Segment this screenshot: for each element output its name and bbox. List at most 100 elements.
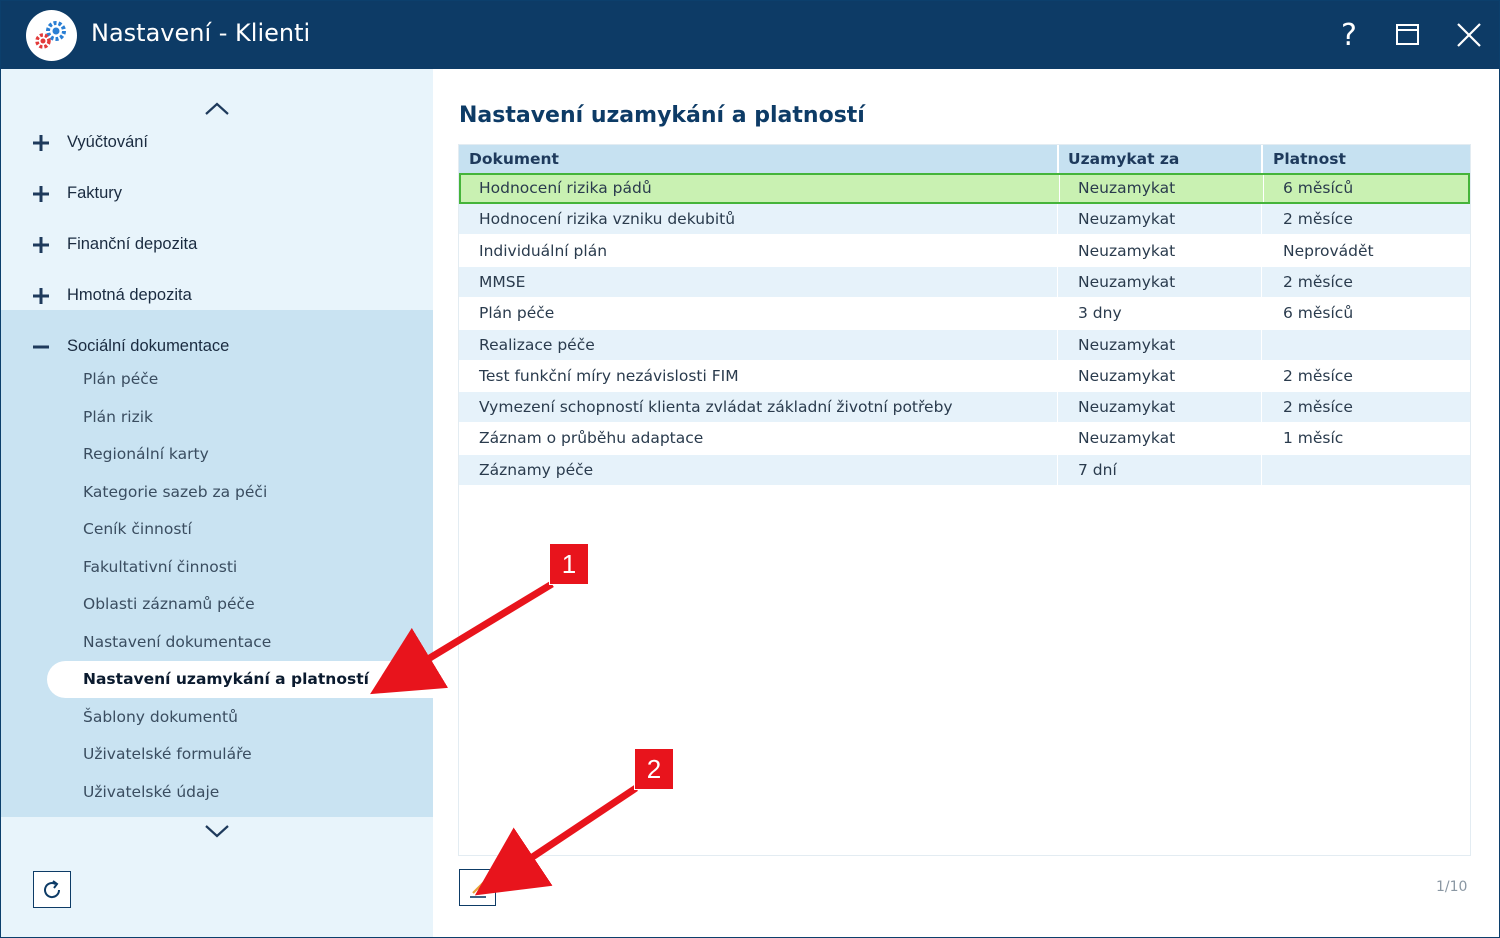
sidebar-subitem-active[interactable]: Nastavení uzamykání a platností	[83, 670, 369, 688]
expand-icon[interactable]	[30, 234, 52, 256]
cell-uzamykat: Neuzamykat	[1078, 367, 1176, 385]
app-gears-icon	[26, 10, 77, 61]
pager-count: 1/10	[1436, 879, 1468, 895]
collapse-icon[interactable]	[30, 336, 52, 358]
table-row[interactable]: Záznamy péče 7 dní	[459, 455, 1470, 486]
cell-platnost: 6 měsíců	[1283, 179, 1354, 197]
documents-table: Dokument Uzamykat za Platnost Hodnocení …	[458, 144, 1471, 856]
refresh-icon	[44, 879, 61, 898]
cell-dokument: Individuální plán	[479, 242, 608, 260]
column-separator	[1263, 175, 1264, 202]
sidebar-item-3[interactable]: Finanční depozita	[1, 225, 433, 269]
column-header-platnost[interactable]: Platnost	[1273, 150, 1346, 168]
pencil-icon	[469, 879, 486, 898]
maximize-icon	[1396, 24, 1419, 45]
main-panel: Nastavení uzamykání a platností Dokument…	[433, 69, 1499, 937]
cell-dokument: Vymezení schopností klienta zvládat zákl…	[479, 398, 953, 416]
sidebar-item-2[interactable]: Faktury	[1, 174, 433, 218]
table-row[interactable]: MMSE Neuzamykat 2 měsíce	[459, 267, 1470, 298]
annotation-callout-2: 2	[634, 748, 674, 790]
table-row[interactable]: Individuální plán Neuzamykat Neprovádět	[459, 236, 1470, 267]
cell-uzamykat: Neuzamykat	[1078, 398, 1176, 416]
column-separator	[1057, 423, 1058, 453]
close-icon	[1457, 23, 1481, 47]
cell-uzamykat: Neuzamykat	[1078, 210, 1176, 228]
column-separator	[1261, 204, 1262, 234]
cell-uzamykat: Neuzamykat	[1078, 336, 1176, 354]
scroll-down-icon[interactable]	[201, 821, 233, 841]
sidebar-item-label: Sociální dokumentace	[67, 337, 230, 355]
column-header-dokument[interactable]: Dokument	[469, 150, 559, 168]
table-header: Dokument Uzamykat za Platnost	[459, 145, 1470, 173]
sidebar-subitem[interactable]: Šablony dokumentů	[83, 708, 238, 726]
cell-uzamykat: Neuzamykat	[1078, 179, 1176, 197]
column-separator	[1057, 392, 1058, 422]
sidebar-subitem[interactable]: Kategorie sazeb za péči	[83, 483, 267, 501]
cell-platnost: 2 měsíce	[1283, 367, 1353, 385]
cell-platnost: Neprovádět	[1283, 242, 1374, 260]
expand-icon[interactable]	[30, 132, 52, 154]
cell-dokument: Plán péče	[479, 304, 555, 322]
close-button[interactable]	[1449, 15, 1489, 55]
column-separator	[1057, 455, 1058, 485]
cell-dokument: Hodnocení rizika vzniku dekubitů	[479, 210, 736, 228]
cell-platnost: 6 měsíců	[1283, 304, 1354, 322]
sidebar-item-label: Hmotná depozita	[67, 286, 192, 304]
refresh-button[interactable]	[33, 871, 71, 908]
sidebar-subitem[interactable]: Uživatelské údaje	[83, 783, 219, 801]
cell-uzamykat: Neuzamykat	[1078, 242, 1176, 260]
sidebar-item-label: Vyúčtování	[67, 133, 149, 151]
cell-dokument: Realizace péče	[479, 336, 595, 354]
column-separator	[1057, 267, 1058, 297]
sidebar-subitem[interactable]: Fakultativní činnosti	[83, 558, 237, 576]
column-separator	[1261, 330, 1262, 360]
settings-window: Nastavení - Klienti ? Vyúčtování Faktury F…	[0, 0, 1500, 938]
column-header-uzamykat[interactable]: Uzamykat za	[1068, 150, 1179, 168]
column-separator	[1261, 145, 1263, 173]
sidebar-item-5[interactable]: Sociální dokumentace	[1, 327, 433, 371]
column-separator	[1261, 423, 1262, 453]
annotation-callout-1: 1	[549, 543, 589, 585]
page-title: Nastavení uzamykání a platností	[459, 103, 865, 128]
edit-button[interactable]	[459, 869, 496, 906]
sidebar-item-4[interactable]: Hmotná depozita	[1, 276, 433, 320]
help-button[interactable]: ?	[1329, 15, 1369, 55]
column-separator	[1261, 392, 1262, 422]
table-row[interactable]: Realizace péče Neuzamykat	[459, 330, 1470, 361]
table-row[interactable]: Plán péče 3 dny 6 měsíců	[459, 298, 1470, 329]
scroll-up-icon[interactable]	[201, 99, 233, 119]
cell-platnost: 2 měsíce	[1283, 273, 1353, 291]
sidebar-subitem[interactable]: Plán péče	[83, 370, 158, 388]
expand-icon[interactable]	[30, 285, 52, 307]
table-row[interactable]: Vymezení schopností klienta zvládat zákl…	[459, 392, 1470, 423]
column-separator	[1261, 298, 1262, 328]
cell-dokument: Záznamy péče	[479, 461, 594, 479]
table-row[interactable]: Hodnocení rizika pádů Neuzamykat 6 měsíců	[459, 173, 1470, 204]
cell-uzamykat: Neuzamykat	[1078, 273, 1176, 291]
table-row[interactable]: Hodnocení rizika vzniku dekubitů Neuzamyk…	[459, 204, 1470, 235]
table-row[interactable]: Test funkční míry nezávislosti FIM Neuzam…	[459, 361, 1470, 392]
sidebar-subitem[interactable]: Plán rizik	[83, 408, 153, 426]
cell-platnost: 2 měsíce	[1283, 398, 1353, 416]
column-separator	[1261, 361, 1262, 391]
cell-uzamykat: 3 dny	[1078, 304, 1122, 322]
cell-platnost: 2 měsíce	[1283, 210, 1353, 228]
expand-icon[interactable]	[30, 183, 52, 205]
column-separator	[1057, 236, 1058, 266]
column-separator	[1261, 455, 1262, 485]
cell-dokument: Záznam o průběhu adaptace	[479, 429, 704, 447]
column-separator	[1057, 145, 1059, 173]
sidebar-subitem[interactable]: Oblasti záznamů péče	[83, 595, 255, 613]
table-row[interactable]: Záznam o průběhu adaptace Neuzamykat 1 měs…	[459, 423, 1470, 454]
sidebar-item-1[interactable]: Vyúčtování	[1, 123, 433, 167]
cell-dokument: Hodnocení rizika pádů	[479, 179, 652, 197]
sidebar-subitem[interactable]: Ceník činností	[83, 520, 192, 538]
sidebar-subitem[interactable]: Nastavení dokumentace	[83, 633, 271, 651]
maximize-button[interactable]	[1388, 15, 1428, 55]
sidebar-subitem[interactable]: Regionální karty	[83, 445, 209, 463]
column-separator	[1057, 361, 1058, 391]
sidebar-item-label: Faktury	[67, 184, 123, 202]
title-bar: Nastavení - Klienti ?	[1, 1, 1499, 69]
cell-platnost: 1 měsíc	[1283, 429, 1344, 447]
sidebar-subitem[interactable]: Uživatelské formuláře	[83, 745, 252, 763]
